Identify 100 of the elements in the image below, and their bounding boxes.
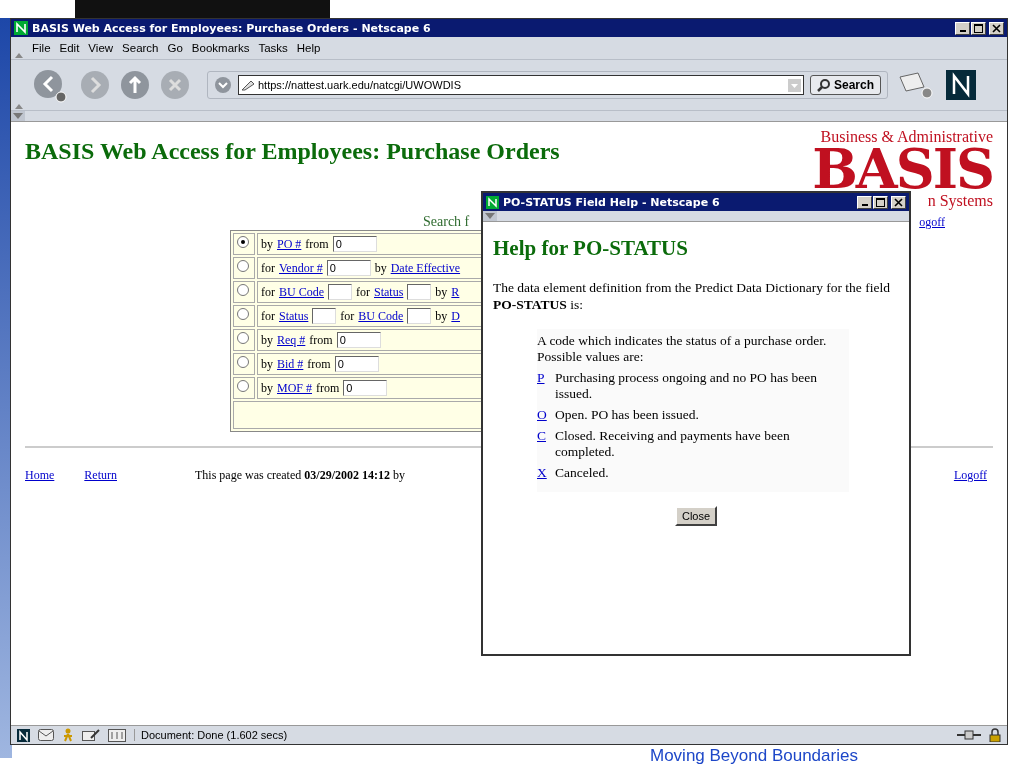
form-label: by [261,236,273,252]
menu-item[interactable]: Search [122,42,159,54]
form-label: from [309,332,333,348]
radio-button[interactable] [237,380,249,392]
status-code-link[interactable]: X [537,465,549,481]
slide-footer-text: Moving Beyond Boundaries [650,746,858,766]
menu-item[interactable]: View [88,42,114,54]
form-label: for [356,284,370,300]
home-link[interactable]: Home [25,468,55,483]
menu-item[interactable]: Edit [59,42,80,54]
field-help-link[interactable]: BU Code [279,284,324,300]
close-button[interactable]: Close [674,506,718,526]
lock-icon [989,728,1001,742]
form-label: from [305,236,329,252]
input-field[interactable] [328,284,352,300]
window-title: BASIS Web Access for Employees: Purchase Orders - Netscape 6 [32,21,432,35]
form-label: for [261,308,275,324]
form-label: by [374,260,387,276]
maximize-button[interactable] [971,21,986,35]
menu-item[interactable]: Go [167,42,183,54]
field-help-link[interactable]: Date Effective [390,260,461,276]
form-label: by [261,380,273,396]
menu-item[interactable]: Bookmarks [191,42,250,54]
menu-item[interactable]: Help [296,42,321,54]
input-field[interactable]: 0 [334,356,379,372]
input-field[interactable] [407,308,432,324]
field-help-link[interactable]: Vendor # [279,260,323,276]
field-help-link[interactable]: Status [374,284,404,300]
field-help-link[interactable]: Bid # [277,356,304,372]
help-intro: The data element definition from the Predict Data Dictionary for the field PO-STATUS is: [493,279,891,313]
status-text: Document: Done (1.602 secs) [134,729,949,741]
input-field[interactable]: 0 [332,236,377,252]
status-description: Canceled. [555,465,609,481]
connection-icon [957,730,981,740]
field-help-link[interactable]: R [451,284,460,300]
status-code-link[interactable]: P [537,370,549,402]
collapse-grip-icon[interactable] [483,211,497,221]
status-description: Purchasing process ongoing and no PO has been issued. [555,370,819,402]
help-heading: Help for PO-STATUS [493,236,689,261]
status-code-link[interactable]: C [537,428,549,460]
menu-item[interactable]: Tasks [258,42,288,54]
logoff-link[interactable]: ogoff [919,215,945,230]
radio-button[interactable] [237,284,249,296]
netscape-icon [486,195,499,209]
field-help-link[interactable]: BU Code [358,308,404,324]
reload-icon[interactable] [119,69,151,101]
url-field[interactable]: https://nattest.uark.edu/natcgi/UWOWDIS [238,75,804,95]
form-label: by [435,308,448,324]
address-book-icon[interactable] [108,728,126,742]
input-field[interactable] [312,308,337,324]
field-help-link[interactable]: Req # [277,332,306,348]
field-help-link[interactable]: D [451,308,460,324]
radio-button[interactable] [237,308,249,320]
close-icon [992,23,1001,33]
collapse-grip-icon[interactable] [11,111,25,121]
input-field[interactable]: 0 [326,260,371,276]
netscape-icon[interactable] [17,728,30,742]
definition-text: A code which indicates the status of a purchase order. Possible values are: [537,333,828,365]
search-icon [817,78,831,92]
form-label: from [307,356,331,372]
status-code-link[interactable]: O [537,407,549,423]
composer-icon[interactable] [82,728,100,742]
input-field[interactable]: 0 [343,380,388,396]
form-label: for [261,284,275,300]
close-icon [894,197,903,207]
window-title: PO-STATUS Field Help - Netscape 6 [503,195,721,209]
logo-wordmark: BASIS [812,146,993,192]
logo-caption: n Systems [927,192,993,210]
form-label: for [261,260,275,276]
menu-item[interactable]: File [32,42,51,54]
form-label: for [340,308,355,324]
radio-button[interactable] [237,236,249,248]
minimize-button[interactable] [955,21,970,35]
minimize-button[interactable] [857,195,872,209]
logoff-link[interactable]: Logoff [953,468,987,483]
status-description: Closed. Receiving and payments have been completed. [555,428,791,460]
close-button[interactable] [989,21,1004,35]
return-link[interactable]: Return [84,468,117,483]
mail-icon[interactable] [38,729,54,741]
netscape-logo-icon[interactable] [946,70,977,100]
page-created-note: This page was created 03/29/2002 14:12 by [195,468,405,483]
status-description: Open. PO has been issued. [555,407,699,423]
input-field[interactable]: 0 [336,332,381,348]
search-button[interactable]: Search [810,75,882,95]
form-label: from [316,380,340,396]
radio-button[interactable] [237,356,249,368]
form-label: by [435,284,448,300]
radio-button[interactable] [237,260,249,272]
field-help-link[interactable]: PO # [277,236,302,252]
form-label: by [261,356,273,372]
input-field[interactable] [407,284,432,300]
dropdown-icon[interactable] [214,76,232,94]
form-label: by [261,332,273,348]
field-help-link[interactable]: Status [279,308,309,324]
close-button[interactable] [891,195,906,209]
maximize-button[interactable] [873,195,888,209]
field-help-link[interactable]: MOF # [277,380,312,396]
radio-button[interactable] [237,332,249,344]
search-label: Search f [423,214,470,230]
logo-caption: Business & Administrative [820,128,993,146]
